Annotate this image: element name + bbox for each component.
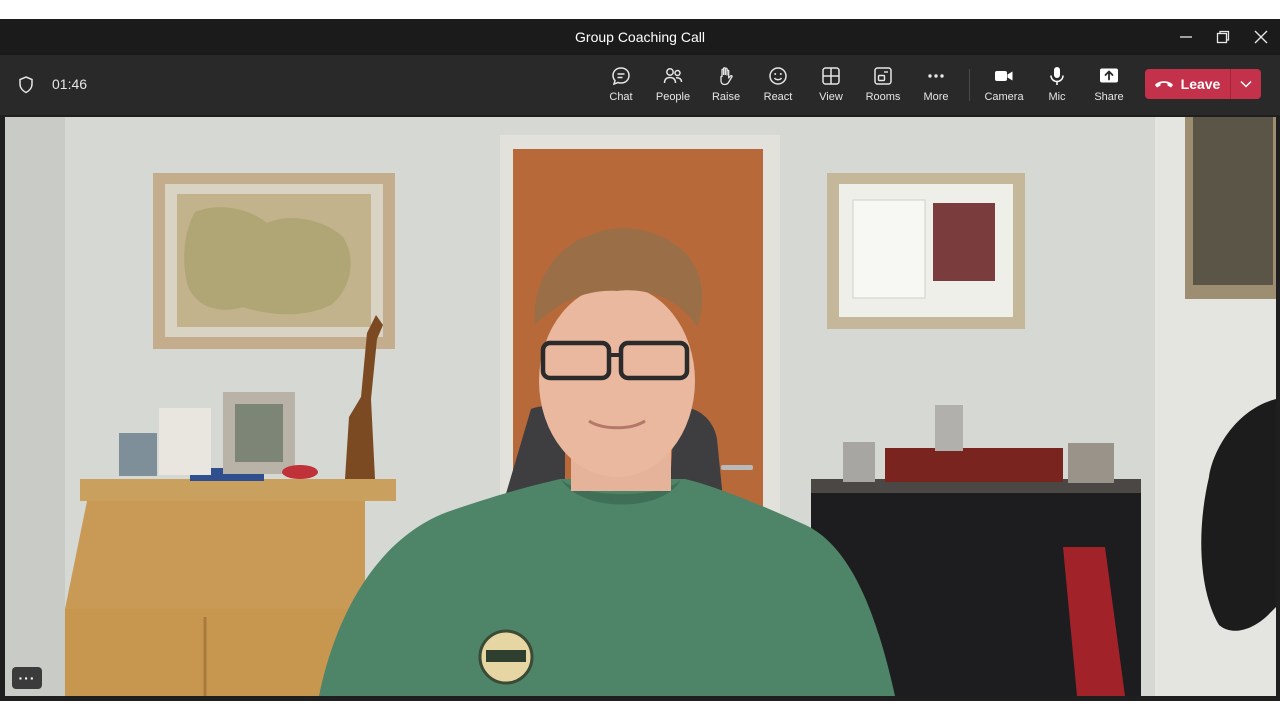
breakout-rooms-icon <box>874 67 892 85</box>
toy-train <box>885 448 1063 482</box>
people-label: People <box>655 91 691 103</box>
close-icon <box>1254 30 1268 44</box>
wall-picture-canvas <box>1193 117 1273 285</box>
minimize-button[interactable] <box>1167 19 1205 55</box>
camera-label: Camera <box>984 91 1024 103</box>
leave-label: Leave <box>1180 76 1221 92</box>
red-cap <box>282 465 318 479</box>
left-wall <box>5 117 65 696</box>
bureau-top <box>80 479 396 501</box>
title-bar: Group Coaching Call <box>0 19 1280 55</box>
chat-label: Chat <box>609 91 633 103</box>
certificate <box>852 199 926 299</box>
view-label: View <box>819 91 843 103</box>
raise-hand-button[interactable]: Raise <box>700 63 752 107</box>
minimize-icon <box>1180 36 1192 38</box>
more-actions-button[interactable]: More <box>910 63 962 107</box>
leave-control: Leave <box>1145 69 1261 99</box>
kettle <box>843 442 875 482</box>
more-label: More <box>923 91 949 103</box>
react-label: React <box>763 91 793 103</box>
video-options-button[interactable]: ··· <box>12 667 42 689</box>
share-screen-icon <box>1100 68 1118 83</box>
door-handle <box>721 465 753 470</box>
webcam-video-frame <box>5 117 1276 696</box>
microphone-icon <box>1050 67 1064 85</box>
leave-options-dropdown[interactable] <box>1231 69 1261 99</box>
restore-icon <box>1216 30 1230 44</box>
restore-button[interactable] <box>1204 19 1242 55</box>
chat-icon <box>612 67 630 86</box>
people-icon <box>663 68 683 84</box>
camera-icon <box>995 71 1013 81</box>
metal-pot <box>1068 443 1114 483</box>
chevron-down-icon <box>1240 80 1252 88</box>
grid-view-icon <box>822 67 840 85</box>
tall-jug <box>935 405 963 451</box>
camera-button[interactable]: Camera <box>978 63 1030 107</box>
smiley-icon <box>769 67 787 85</box>
meeting-toolbar: 01:46 Chat People Raise React View Rooms… <box>0 55 1280 115</box>
share-label: Share <box>1094 91 1124 103</box>
photo-frame-picture <box>235 404 283 462</box>
pen-pot <box>119 433 157 476</box>
raise-label: Raise <box>711 91 741 103</box>
people-button[interactable]: People <box>647 63 699 107</box>
chat-button[interactable]: Chat <box>595 63 647 107</box>
framed-photo <box>933 203 995 281</box>
view-button[interactable]: View <box>805 63 857 107</box>
mic-button[interactable]: Mic <box>1031 63 1083 107</box>
meeting-timer: 01:46 <box>52 76 88 92</box>
greeting-card <box>159 408 211 475</box>
share-button[interactable]: Share <box>1083 63 1135 107</box>
more-dots-icon <box>928 74 944 78</box>
shield-icon[interactable] <box>18 76 34 94</box>
participant-video[interactable] <box>5 117 1276 696</box>
badge-ribbon <box>486 650 526 662</box>
rooms-button[interactable]: Rooms <box>857 63 909 107</box>
toolbar-divider <box>969 69 970 101</box>
hang-up-icon <box>1154 81 1173 88</box>
bureau-desk-flap <box>65 501 365 609</box>
face <box>539 285 695 477</box>
close-button[interactable] <box>1242 19 1280 55</box>
teams-meeting-window: Group Coaching Call 01:46 Chat People Ra… <box>0 19 1280 701</box>
rooms-label: Rooms <box>865 91 901 103</box>
leave-button[interactable]: Leave <box>1145 69 1229 99</box>
raise-hand-icon <box>720 67 733 86</box>
window-title: Group Coaching Call <box>575 29 705 45</box>
react-button[interactable]: React <box>752 63 804 107</box>
mic-label: Mic <box>1048 91 1066 103</box>
